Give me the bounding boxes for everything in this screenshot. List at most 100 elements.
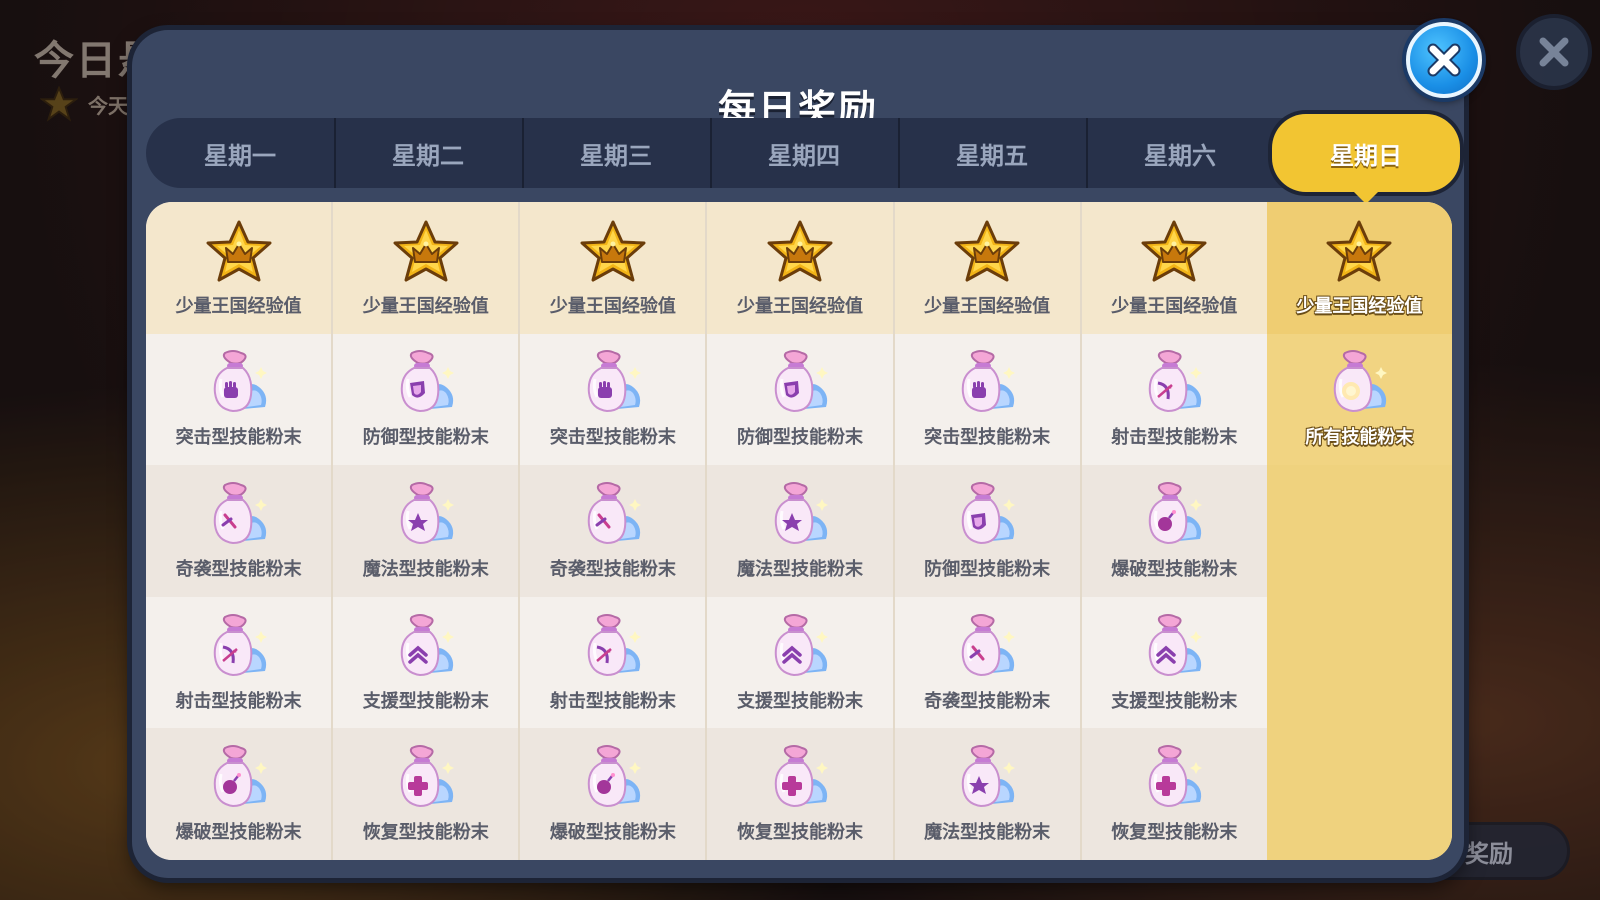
reward-icon-wrapper xyxy=(764,481,836,549)
fist-powder-icon xyxy=(213,350,267,413)
tab-1[interactable]: 星期一 xyxy=(146,118,334,188)
reward-icon-wrapper xyxy=(1138,744,1210,812)
kingdom-star-icon xyxy=(580,220,646,282)
reward-cell[interactable]: 爆破型技能粉末 xyxy=(1081,465,1267,597)
reward-icon-wrapper xyxy=(951,481,1023,549)
reward-icon-wrapper xyxy=(764,744,836,812)
bomb-powder-icon xyxy=(587,745,641,808)
reward-icon-wrapper xyxy=(764,613,836,681)
reward-column-1: 少量王国经验值突击型技能粉末奇袭型技能粉末 射击型技能粉末 爆破型技能粉末 xyxy=(146,202,332,860)
fist-powder-icon xyxy=(587,350,641,413)
reward-cell[interactable]: 魔法型技能粉末 xyxy=(333,465,519,597)
reward-column-5: 少量王国经验值突击型技能粉末防御型技能粉末 奇袭型技能粉末 魔法型技能粉末 xyxy=(892,202,1080,860)
reward-cell[interactable]: 恢复型技能粉末 xyxy=(333,728,519,860)
reward-cell[interactable]: 奇袭型技能粉末 xyxy=(146,465,332,597)
reward-cell[interactable]: 支援型技能粉末 xyxy=(333,596,519,729)
reward-cell[interactable]: 突击型技能粉末 xyxy=(520,333,706,466)
close-button[interactable] xyxy=(1406,22,1482,98)
reward-label: 少量王国经验值 xyxy=(175,295,302,317)
reward-cell[interactable]: 防御型技能粉末 xyxy=(707,333,893,466)
tab-3[interactable]: 星期三 xyxy=(522,118,710,188)
reward-label: 爆破型技能粉末 xyxy=(1111,558,1238,580)
reward-icon-wrapper xyxy=(390,481,462,549)
tab-2[interactable]: 星期二 xyxy=(334,118,522,188)
reward-icon-wrapper xyxy=(577,218,649,286)
kingdom-star-icon xyxy=(206,220,272,282)
star-powder-icon xyxy=(774,481,828,544)
reward-label: 射击型技能粉末 xyxy=(549,690,676,712)
reward-cell[interactable]: 爆破型技能粉末 xyxy=(146,728,332,860)
reward-icon-wrapper xyxy=(951,744,1023,812)
tab-5[interactable]: 星期五 xyxy=(898,118,1086,188)
bomb-powder-icon xyxy=(213,745,267,808)
reward-cell[interactable]: 奇袭型技能粉末 xyxy=(894,596,1080,729)
reward-label: 支援型技能粉末 xyxy=(362,690,489,712)
kingdom-star-icon xyxy=(40,86,78,122)
reward-cell[interactable]: 射击型技能粉末 xyxy=(146,596,332,729)
reward-cell[interactable]: 魔法型技能粉末 xyxy=(894,728,1080,860)
chevron-powder-icon xyxy=(774,613,828,676)
shield-powder-icon xyxy=(400,350,454,413)
all-powder-icon xyxy=(1334,350,1388,413)
reward-column-2: 少量王国经验值 防御型技能粉末 魔法型技能粉末 支援型技能粉末 恢复型技能粉末 xyxy=(331,202,519,860)
tab-4[interactable]: 星期四 xyxy=(710,118,898,188)
bomb-powder-icon xyxy=(1149,481,1203,544)
bow-powder-icon xyxy=(1149,350,1203,413)
reward-label: 防御型技能粉末 xyxy=(362,427,489,449)
reward-cell[interactable]: 恢复型技能粉末 xyxy=(707,728,893,860)
reward-cell[interactable]: 所有技能粉末 xyxy=(1266,333,1452,466)
reward-icon-wrapper xyxy=(203,349,275,417)
reward-cell[interactable]: 少量王国经验值 xyxy=(146,202,332,334)
reward-icon-wrapper xyxy=(1323,349,1395,417)
reward-icon-wrapper xyxy=(1138,613,1210,681)
reward-cell[interactable]: 恢复型技能粉末 xyxy=(1081,728,1267,860)
reward-cell[interactable]: 少量王国经验值 xyxy=(520,202,706,334)
reward-icon-wrapper xyxy=(951,218,1023,286)
reward-label: 魔法型技能粉末 xyxy=(362,558,489,580)
reward-cell[interactable]: 防御型技能粉末 xyxy=(333,333,519,466)
reward-cell[interactable]: 射击型技能粉末 xyxy=(520,596,706,729)
reward-cell[interactable]: 突击型技能粉末 xyxy=(146,333,332,466)
reward-cell[interactable]: 少量王国经验值 xyxy=(333,202,519,334)
reward-label: 爆破型技能粉末 xyxy=(175,822,302,844)
tab-6[interactable]: 星期六 xyxy=(1086,118,1274,188)
reward-icon-wrapper xyxy=(1138,349,1210,417)
kingdom-star-icon xyxy=(393,220,459,282)
dagger-powder-icon xyxy=(961,613,1016,676)
reward-label: 射击型技能粉末 xyxy=(175,690,302,712)
reward-cell[interactable]: 少量王国经验值 xyxy=(1266,202,1452,334)
reward-cell[interactable]: 支援型技能粉末 xyxy=(1081,596,1267,729)
reward-icon-wrapper xyxy=(390,218,462,286)
reward-label: 奇袭型技能粉末 xyxy=(175,558,302,580)
reward-cell[interactable]: 少量王国经验值 xyxy=(707,202,893,334)
kingdom-star-icon xyxy=(1141,220,1207,282)
reward-label: 爆破型技能粉末 xyxy=(549,822,676,844)
reward-cell xyxy=(1266,596,1452,729)
reward-icon-wrapper xyxy=(1138,218,1210,286)
shield-powder-icon xyxy=(961,481,1016,544)
reward-cell[interactable]: 少量王国经验值 xyxy=(894,202,1080,334)
reward-icon-wrapper xyxy=(390,613,462,681)
reward-icon-wrapper xyxy=(577,349,649,417)
reward-cell[interactable]: 突击型技能粉末 xyxy=(894,333,1080,466)
reward-label: 突击型技能粉末 xyxy=(549,427,676,449)
reward-label: 少量王国经验值 xyxy=(362,295,489,317)
reward-cell[interactable]: 奇袭型技能粉末 xyxy=(520,465,706,597)
reward-cell[interactable]: 防御型技能粉末 xyxy=(894,465,1080,597)
reward-label: 少量王国经验值 xyxy=(736,295,863,317)
reward-cell[interactable]: 爆破型技能粉末 xyxy=(520,728,706,860)
reward-icon-wrapper xyxy=(577,481,649,549)
reward-label: 突击型技能粉末 xyxy=(924,427,1051,449)
reward-cell[interactable]: 支援型技能粉末 xyxy=(707,596,893,729)
cross-powder-icon xyxy=(774,745,828,808)
fist-powder-icon xyxy=(961,350,1016,413)
reward-label: 恢复型技能粉末 xyxy=(362,822,489,844)
reward-icon-wrapper xyxy=(1138,481,1210,549)
tab-7[interactable]: 星期日 xyxy=(1272,114,1460,192)
reward-cell[interactable]: 射击型技能粉末 xyxy=(1081,333,1267,466)
reward-column-6: 少量王国经验值 射击型技能粉末爆破型技能粉末支援型技能粉末 恢复型技能粉末 xyxy=(1079,202,1267,860)
reward-cell[interactable]: 魔法型技能粉末 xyxy=(707,465,893,597)
reward-cell[interactable]: 少量王国经验值 xyxy=(1081,202,1267,334)
reward-cell xyxy=(1266,465,1452,597)
dagger-powder-icon xyxy=(213,481,267,544)
